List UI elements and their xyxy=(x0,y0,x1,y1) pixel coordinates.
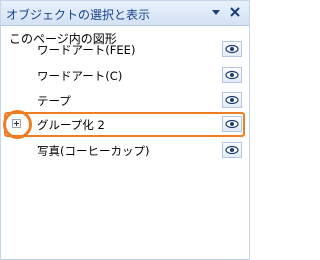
list-item-photo-coffee-cup[interactable]: 写真(コーヒーカップ) xyxy=(5,140,245,160)
close-icon[interactable] xyxy=(227,4,243,20)
highlight-circle xyxy=(3,110,32,139)
item-label: 写真(コーヒーカップ) xyxy=(37,144,150,158)
item-label: テープ xyxy=(37,94,71,108)
eye-icon[interactable] xyxy=(222,41,242,57)
pane-title: オブジェクトの選択と表示 xyxy=(6,8,151,22)
item-label: ワードアート(C) xyxy=(37,69,123,83)
chevron-down-icon[interactable] xyxy=(212,10,220,15)
eye-icon[interactable] xyxy=(222,67,242,83)
eye-icon[interactable] xyxy=(222,92,242,108)
eye-icon[interactable] xyxy=(222,142,242,158)
list-item-wordart-fee[interactable]: ワードアート(FEE) xyxy=(5,39,245,59)
highlight-box xyxy=(4,112,245,137)
list-item-tape[interactable]: テープ xyxy=(5,90,245,110)
item-label: ワードアート(FEE) xyxy=(37,43,136,57)
selection-pane: オブジェクトの選択と表示 このページ内の図形 ワードアート(FEE) ワードアー… xyxy=(0,0,250,260)
list-item-wordart-c[interactable]: ワードアート(C) xyxy=(5,65,245,85)
pane-titlebar: オブジェクトの選択と表示 xyxy=(1,1,249,26)
